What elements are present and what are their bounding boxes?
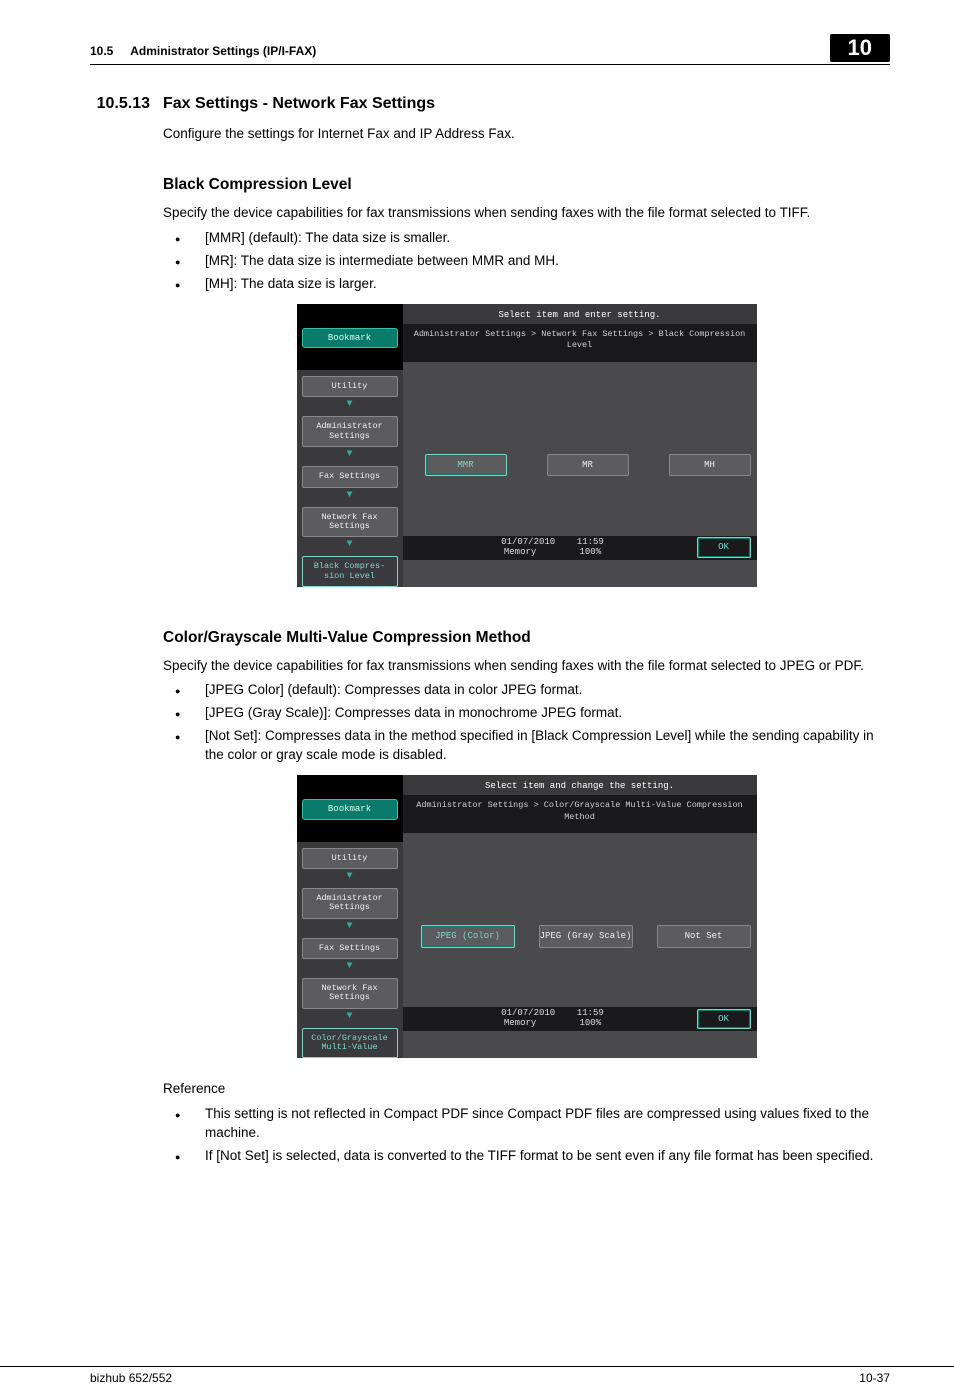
bookmark-area: Bookmark [297,795,403,842]
footer-page: 10-37 [859,1371,890,1385]
intro-paragraph: Configure the settings for Internet Fax … [163,125,890,144]
chapter-badge: 10 [830,34,890,62]
chevron-down-icon: ▼ [302,537,398,556]
bookmark-area: Bookmark [297,324,403,371]
chevron-down-icon: ▼ [302,447,398,466]
page-header: 10.5 Administrator Settings (IP/I-FAX) 1… [0,0,954,62]
option-jpeg-color[interactable]: JPEG (Color) [421,925,515,948]
page-footer: bizhub 652/552 10-37 [0,1366,954,1385]
chevron-down-icon: ▼ [302,488,398,507]
section-title: Administrator Settings (IP/I-FAX) [130,44,316,58]
color-paragraph: Specify the device capabilities for fax … [163,657,890,676]
option-mh[interactable]: MH [669,454,751,477]
option-not-set[interactable]: Not Set [657,925,751,948]
nav-network-fax[interactable]: Network Fax Settings [302,978,398,1009]
list-item: [JPEG Color] (default): Compresses data … [163,681,890,700]
status-bar: 01/07/2010 11:59 Memory 100% OK [403,1007,757,1031]
list-item: [MMR] (default): The data size is smalle… [163,229,890,248]
list-item: If [Not Set] is selected, data is conver… [163,1147,890,1166]
heading-3-title: Fax Settings - Network Fax Settings [163,93,435,115]
section-number: 10.5 [90,44,113,58]
header-rule [90,64,890,65]
bookmark-button[interactable]: Bookmark [302,799,398,820]
status-date: 01/07/2010 [501,537,555,547]
black-bullet-list: [MMR] (default): The data size is smalle… [163,229,890,294]
nav-admin-settings[interactable]: Administrator Settings [302,416,398,447]
status-memory-value: 100% [580,547,602,557]
list-item: This setting is not reflected in Compact… [163,1105,890,1143]
color-bullet-list: [JPEG Color] (default): Compresses data … [163,681,890,765]
chevron-down-icon: ▼ [302,959,398,978]
status-memory-value: 100% [580,1018,602,1028]
option-mr[interactable]: MR [547,454,629,477]
nav-network-fax[interactable]: Network Fax Settings [302,507,398,538]
chevron-down-icon: ▼ [302,869,398,888]
black-paragraph: Specify the device capabilities for fax … [163,204,890,223]
list-item: [Not Set]: Compresses data in the method… [163,727,890,765]
status-time: 11:59 [577,1008,604,1018]
shot-message: Select item and enter setting. [403,304,757,324]
reference-list: This setting is not reflected in Compact… [163,1105,890,1166]
nav-fax-settings[interactable]: Fax Settings [302,466,398,487]
chevron-down-icon: ▼ [302,1009,398,1028]
nav-area: Utility ▼ Administrator Settings ▼ Fax S… [297,842,403,1059]
status-time: 11:59 [577,537,604,547]
nav-black-compression[interactable]: Black Compres- sion Level [302,556,398,587]
option-jpeg-gray[interactable]: JPEG (Gray Scale) [539,925,633,948]
list-item: [MR]: The data size is intermediate betw… [163,252,890,271]
screenshot-color-compression: Select item and change the setting. Book… [297,775,757,1058]
reference-heading: Reference [163,1080,890,1099]
nav-utility[interactable]: Utility [302,376,398,397]
nav-utility[interactable]: Utility [302,848,398,869]
bookmark-button[interactable]: Bookmark [302,328,398,349]
nav-admin-settings[interactable]: Administrator Settings [302,888,398,919]
status-memory-label: Memory [504,1018,536,1028]
heading-3: 10.5.13 Fax Settings - Network Fax Setti… [90,93,890,115]
section-label: 10.5 Administrator Settings (IP/I-FAX) [90,44,316,62]
heading-color-compression: Color/Grayscale Multi-Value Compression … [163,627,890,649]
chevron-down-icon: ▼ [302,397,398,416]
screenshot-black-compression: Select item and enter setting. Bookmark … [297,304,757,587]
status-date: 01/07/2010 [501,1008,555,1018]
chevron-down-icon: ▼ [302,919,398,938]
breadcrumb: Administrator Settings > Color/Grayscale… [403,795,757,833]
ok-button[interactable]: OK [697,537,751,558]
breadcrumb: Administrator Settings > Network Fax Set… [403,324,757,362]
nav-area: Utility ▼ Administrator Settings ▼ Fax S… [297,370,403,587]
status-memory-label: Memory [504,547,536,557]
list-item: [MH]: The data size is larger. [163,275,890,294]
status-bar: 01/07/2010 11:59 Memory 100% OK [403,536,757,560]
option-mmr[interactable]: MMR [425,454,507,477]
footer-model: bizhub 652/552 [90,1371,172,1385]
shot-corner [297,775,403,795]
nav-color-grayscale[interactable]: Color/Grayscale Multi-Value [302,1028,398,1059]
heading-black-compression: Black Compression Level [163,174,890,196]
list-item: [JPEG (Gray Scale)]: Compresses data in … [163,704,890,723]
heading-3-number: 10.5.13 [90,93,163,115]
main-panel: MMR MR MH [403,362,757,536]
shot-message: Select item and change the setting. [403,775,757,795]
ok-button[interactable]: OK [697,1009,751,1030]
main-panel: JPEG (Color) JPEG (Gray Scale) Not Set [403,833,757,1007]
shot-corner [297,304,403,324]
nav-fax-settings[interactable]: Fax Settings [302,938,398,959]
